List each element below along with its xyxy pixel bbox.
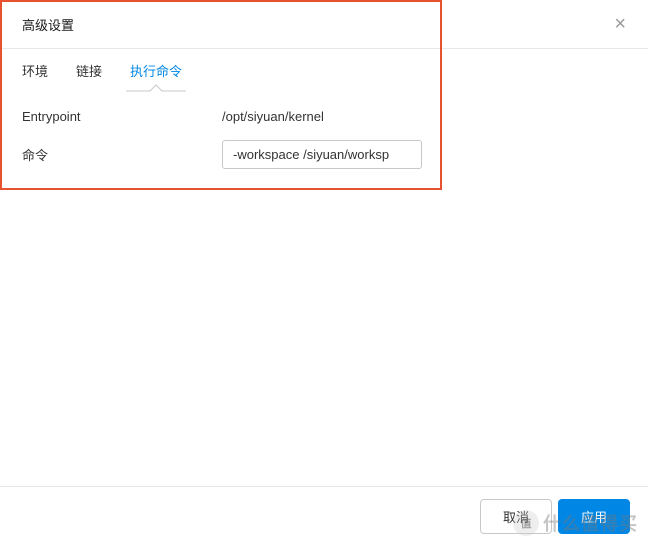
watermark-badge-icon: 值 (513, 510, 539, 536)
tab-link[interactable]: 链接 (76, 49, 102, 90)
command-input[interactable]: -workspace /siyuan/worksp (222, 140, 422, 169)
tab-exec-command[interactable]: 执行命令 (130, 49, 182, 90)
tab-label: 环境 (22, 64, 48, 79)
tab-environment[interactable]: 环境 (22, 49, 48, 90)
entrypoint-row: Entrypoint /opt/siyuan/kernel (22, 109, 626, 124)
tab-label: 执行命令 (130, 64, 182, 79)
tab-active-indicator (130, 80, 182, 90)
entrypoint-label: Entrypoint (22, 109, 222, 124)
dialog-title: 高级设置 (22, 15, 74, 34)
command-label: 命令 (22, 145, 222, 164)
command-row: 命令 -workspace /siyuan/worksp (22, 140, 626, 169)
close-icon[interactable]: × (614, 14, 626, 34)
tab-label: 链接 (76, 64, 102, 79)
entrypoint-value: /opt/siyuan/kernel (222, 109, 324, 124)
watermark-text: 什么值得买 (543, 510, 638, 536)
tab-bar: 环境 链接 执行命令 (0, 49, 648, 89)
watermark: 值 什么值得买 (513, 510, 638, 536)
advanced-settings-dialog: 高级设置 × 环境 链接 执行命令 Entrypoint /opt/siyuan… (0, 0, 648, 546)
tab-content: Entrypoint /opt/siyuan/kernel 命令 -worksp… (0, 89, 648, 546)
dialog-header: 高级设置 × (0, 0, 648, 49)
